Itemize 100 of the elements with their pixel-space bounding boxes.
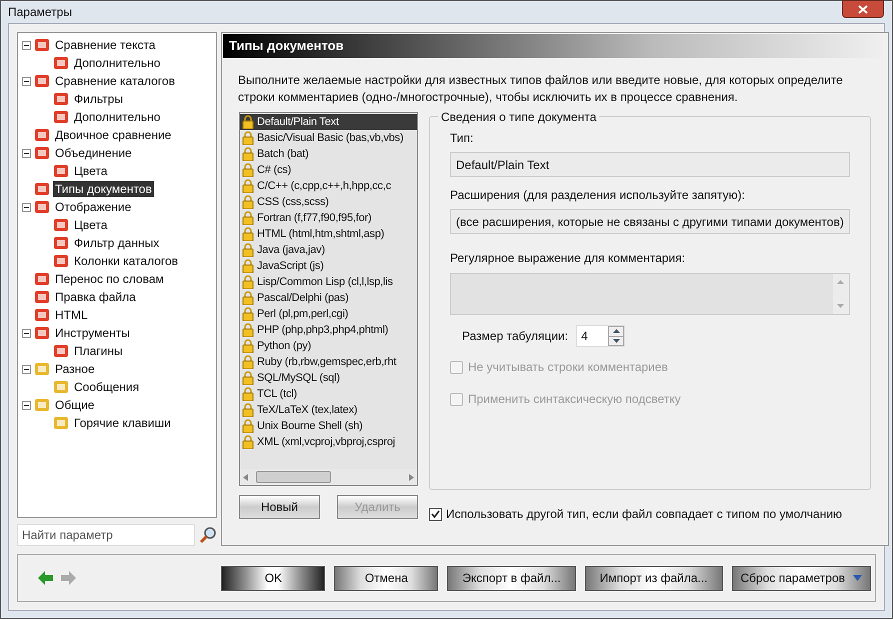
lock-icon [242,435,254,449]
tree-item[interactable]: Цвета [72,163,110,179]
tree-item[interactable]: Инструменты [53,325,132,341]
settings-page-icon [34,307,50,323]
list-item[interactable]: Perl (pl,pm,perl,cgi) [240,306,417,322]
extensions-label: Расширения (для разделения используйте запятую): [450,187,746,204]
expander-icon[interactable] [22,400,31,410]
search-icon[interactable] [199,526,217,544]
settings-page-icon [34,199,50,215]
settings-page-icon [53,91,69,107]
expander-icon[interactable] [22,202,31,212]
settings-page-icon [53,379,69,395]
lock-icon [242,243,254,257]
button[interactable]: Новый [239,495,320,519]
list-item[interactable]: Lisp/Common Lisp (cl,l,lsp,lis [240,274,417,290]
tree-item[interactable]: Дополнительно [72,55,162,71]
horizontal-scrollbar[interactable] [240,469,417,485]
button[interactable]: Отмена [334,566,438,590]
settings-page-icon [53,109,69,125]
lock-icon [242,419,254,433]
tree-item[interactable]: Сравнение текста [53,37,158,53]
button[interactable]: Сброс параметров [732,566,871,590]
search-field[interactable]: Найти параметр [17,524,195,546]
button[interactable]: OK [221,566,326,590]
tree-item[interactable]: Колонки каталогов [72,253,180,269]
type-field: Default/Plain Text [450,152,850,177]
list-item[interactable]: TCL (tcl) [240,386,417,402]
scroll-left-icon[interactable] [243,474,248,480]
lock-icon [242,323,254,337]
lock-icon [242,179,254,193]
lock-icon [242,355,254,369]
settings-page-icon [53,235,69,251]
tree-item[interactable]: Двоичное сравнение [53,127,174,143]
checkbox-label: Не учитывать строки комментариев [468,359,668,376]
list-item[interactable]: Pascal/Delphi (pas) [240,290,417,306]
tree-item[interactable]: Перенос по словам [53,271,166,287]
list-item[interactable]: CSS (css,scss) [240,194,417,210]
settings-page-icon [34,361,50,377]
settings-page-icon [34,145,50,161]
list-item[interactable]: Fortran (f,f77,f90,f95,for) [240,210,417,226]
tree-item[interactable]: Фильтры [72,91,125,107]
tree-item[interactable]: Сравнение каталогов [53,73,177,89]
button[interactable]: Импорт из файла... [584,566,723,590]
list-item[interactable]: JavaScript (js) [240,258,417,274]
settings-page-icon [53,163,69,179]
settings-page-icon [34,127,50,143]
lock-icon [242,147,254,161]
settings-page-icon [34,271,50,287]
list-item[interactable]: C/C++ (c,cpp,c++,h,hpp,cc,c [240,178,417,194]
settings-page-icon [53,217,69,233]
tree-item[interactable]: Дополнительно [72,109,162,125]
list-item[interactable]: Unix Bourne Shell (sh) [240,418,417,434]
expander-icon[interactable] [22,148,31,158]
expander-icon[interactable] [22,364,31,374]
tree-item[interactable]: Сообщения [72,379,142,395]
scroll-right-icon[interactable] [409,474,414,480]
settings-page-icon [34,37,50,53]
settings-page-icon [53,415,69,431]
tree-item[interactable]: Отображение [53,199,134,215]
checkbox[interactable] [429,508,442,520]
expander-icon[interactable] [22,40,31,50]
list-item[interactable]: Java (java,jav) [240,242,417,258]
list-item[interactable]: PHP (php,php3,php4,phtml) [240,322,417,338]
button[interactable]: Экспорт в файл... [447,566,576,590]
list-item[interactable]: HTML (html,htm,shtml,asp) [240,226,417,242]
tree-item[interactable]: Горячие клавиши [72,415,173,431]
list-item[interactable]: TeX/LaTeX (tex,latex) [240,402,417,418]
extensions-field: (все расширения, которые не связаны с другими типами документов) [450,209,850,234]
lock-icon [242,307,254,321]
lock-icon [242,211,254,225]
list-item[interactable]: Ruby (rb,rbw,gemspec,erb,rht [240,354,417,370]
tree-item[interactable]: HTML [53,307,90,323]
list-item[interactable]: Basic/Visual Basic (bas,vb,vbs) [240,130,417,146]
tree-item[interactable]: Общие [53,397,96,413]
tree-item[interactable]: Плагины [72,343,125,359]
tree-item[interactable]: Объединение [53,145,134,161]
settings-page-icon [53,253,69,269]
lock-icon [242,115,254,129]
tab-size-spinner[interactable]: 4 [576,325,626,347]
list-item[interactable]: XML (xml,vcproj,vbproj,csproj [240,434,417,450]
close-button[interactable] [842,0,884,18]
type-label: Тип: [450,130,474,147]
tree-item[interactable]: Цвета [72,217,110,233]
settings-page-icon [34,181,50,197]
settings-page-icon [53,55,69,71]
list-item[interactable]: C# (cs) [240,162,417,178]
expander-icon[interactable] [22,76,31,86]
tree-item[interactable]: Типы документов [53,181,154,197]
list-item[interactable]: Batch (bat) [240,146,417,162]
list-item[interactable]: SQL/MySQL (sql) [240,370,417,386]
list-item[interactable]: Default/Plain Text [240,114,417,130]
list-item[interactable]: Python (py) [240,338,417,354]
tree-item[interactable]: Разное [53,361,97,377]
dropdown-arrow-icon[interactable] [853,575,862,581]
back-arrow-icon[interactable] [38,571,53,585]
window-title: Параметры [8,4,72,21]
lock-icon [242,195,254,209]
tree-item[interactable]: Фильтр данных [72,235,162,251]
tree-item[interactable]: Правка файла [53,289,138,305]
expander-icon[interactable] [22,328,31,338]
